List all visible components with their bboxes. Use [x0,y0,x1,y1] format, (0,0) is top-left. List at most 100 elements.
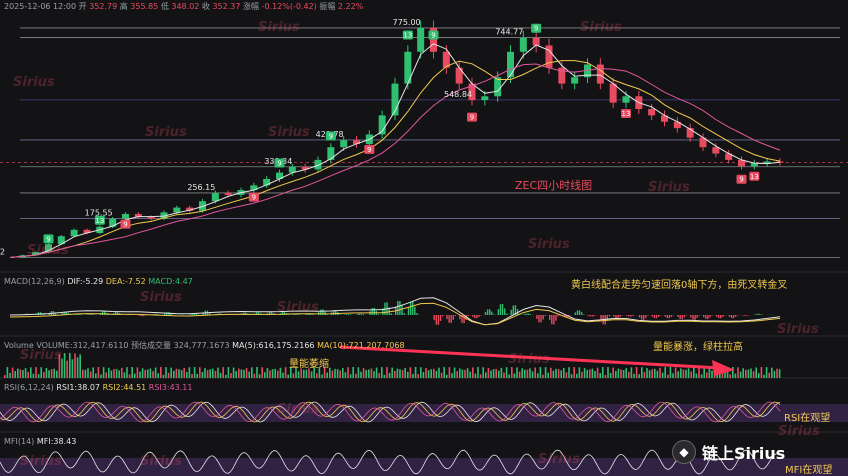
macd-histogram-bar [679,315,681,319]
header-amp-label: 振幅 [319,2,336,11]
volume-bar [152,371,154,378]
volume-bar [154,367,157,378]
volume-bar [412,373,414,378]
volume-bar [508,374,510,378]
volume-bar [529,368,531,378]
header-open-label: 开 [78,2,87,11]
volume-bar [451,373,453,378]
volume-bar [53,368,55,378]
macd-histogram-bar [653,315,656,319]
volume-bar [443,367,445,378]
macd-histogram-bar [717,315,720,319]
volume-bar [422,372,425,378]
macd-histogram-bar [324,311,326,315]
volume-bar [32,373,35,378]
volume-bar [487,367,490,378]
volume-bar [326,372,328,378]
volume-bar [27,371,29,378]
macd-histogram-bar [195,314,198,315]
volume-bar [453,367,456,378]
macd-histogram-bar [347,314,350,315]
volume-bar [206,370,209,378]
volume-bar [282,372,284,378]
volume-bar [183,368,185,378]
volume-bar [693,367,695,378]
chart-canvas[interactable]: 775.00744.77548.84422.78338.34256.15175.… [0,0,848,476]
volume-bar [167,372,170,378]
macd-histogram-bar [613,315,615,317]
volume-bar [622,370,625,378]
macd-histogram-bar [476,315,478,319]
macd-histogram-bar [696,315,698,318]
macd-histogram-bar [435,315,437,325]
macd-histogram-bar [506,313,508,315]
volume-bar [303,369,305,378]
volume-bar [407,371,409,378]
volume-bar [248,371,250,378]
volume-bar [256,367,258,378]
volume-bar [638,374,640,378]
volume-bar [534,367,536,378]
macd-histogram-bar [617,315,619,319]
macd-histogram-bar [454,315,457,317]
volume-bar [550,367,552,378]
volume-bar [186,372,188,378]
volume-bar [271,369,274,378]
volume-bar [557,369,560,378]
volume-bar [672,373,674,378]
volume-bar [76,357,79,378]
volume-bar [409,367,412,378]
macd-histogram-bar [692,315,694,320]
volume-bar [368,369,370,378]
volume-bar [643,372,646,378]
volume-bar [659,367,661,378]
volume-bar [329,367,331,378]
header-datetime: 2025-12-06 12:00 [4,2,77,11]
macd-histogram-bar [551,315,553,325]
volume-bar [417,374,419,378]
macd-histogram-bar [164,313,166,315]
macd-histogram-bar [489,309,491,315]
volume-bar [355,373,357,378]
volume-bar [695,373,698,378]
macd-histogram-bar [754,314,756,315]
volume-bar [602,367,604,378]
volume-value: VOLUME:312,417.6110 [36,341,129,350]
macd-histogram-bar [486,309,489,315]
volume-bar [95,373,97,378]
volume-bar [401,370,404,378]
macd-histogram-bar [698,315,700,316]
sequence-count-label: 9 [277,160,281,168]
macd-histogram-bar [677,315,679,318]
volume-bar [383,374,386,378]
volume-bar [737,367,739,378]
volume-bar [118,370,120,378]
volume-bar [565,372,568,378]
sequence-count-label: 9 [470,114,474,122]
sequence-count-label: 9 [431,31,435,39]
volume-bar [573,367,575,378]
macd-histogram-bar [138,315,140,316]
volume-bar [219,372,222,378]
volume-bar [365,369,367,378]
macd-histogram-bar [655,315,658,319]
volume-bar [149,368,152,378]
volume-bar [193,367,196,378]
brand-badge: ◆ 链上Sirius [672,440,785,464]
volume-bar [227,367,230,378]
macd-histogram-bar [540,315,542,323]
volume-bar [667,374,669,378]
volume-bar [6,367,9,378]
volume-bar [230,373,232,378]
candle-body [507,51,514,78]
volume-bar [214,370,217,378]
volume-bar [344,372,347,378]
volume-bar [664,367,666,378]
macd-value: MACD:4.47 [148,277,193,286]
volume-bar [297,371,300,378]
macd-histogram-bar [728,315,731,317]
volume-bar [576,373,578,378]
volume-bar [113,368,115,378]
macd-histogram-bar [538,315,540,323]
volume-bar [674,367,677,378]
